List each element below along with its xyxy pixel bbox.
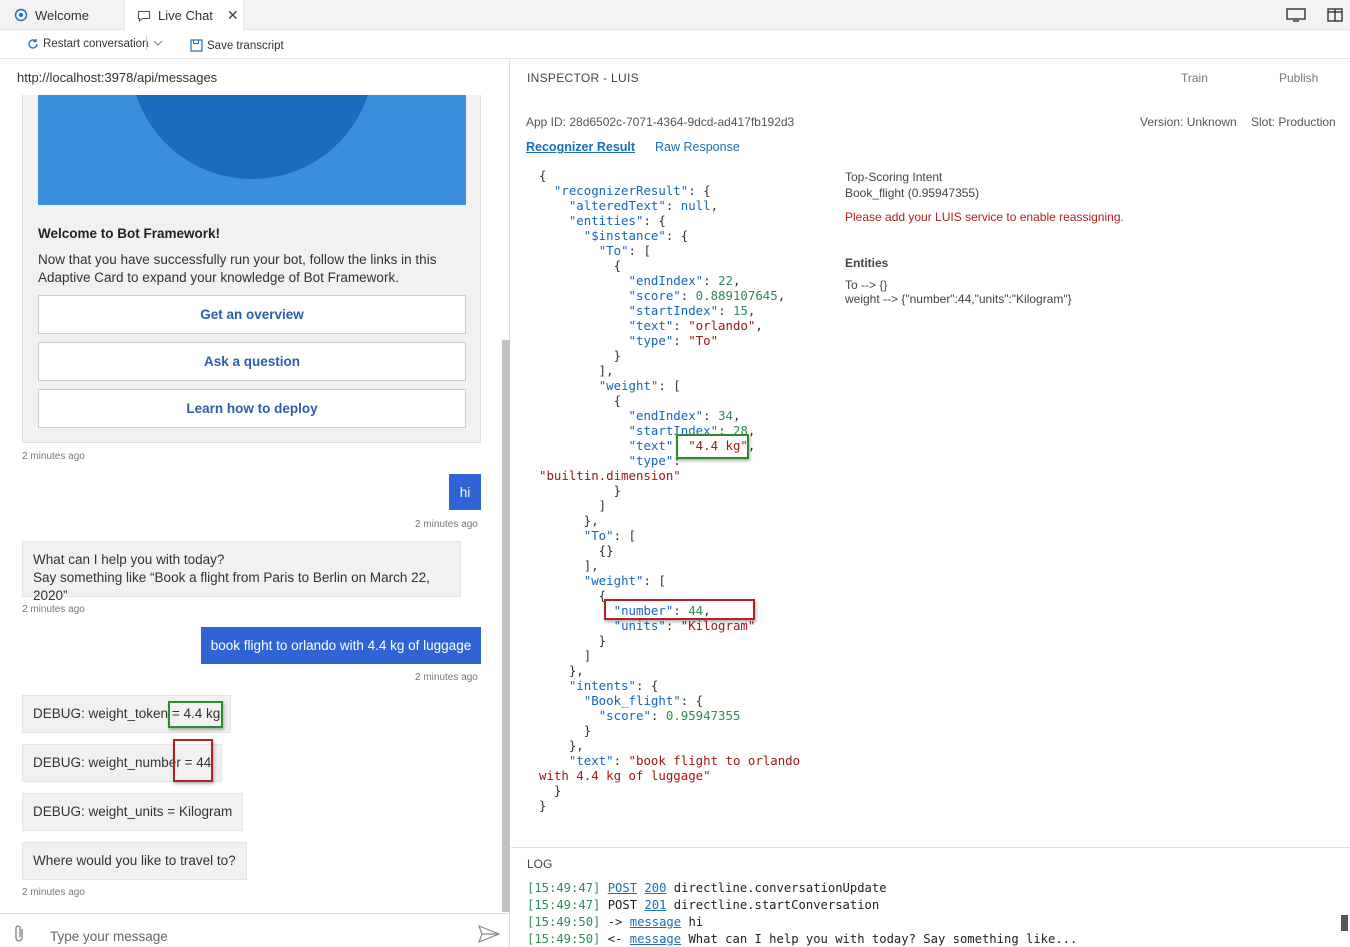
publish-button[interactable]: Publish xyxy=(1279,71,1318,85)
user-message: hi xyxy=(449,474,481,510)
toolbar: Restart conversation Save transcript xyxy=(0,31,1350,59)
log-status-link[interactable]: 201 xyxy=(644,898,666,912)
warning-text: Please add your LUIS service to enable r… xyxy=(845,210,1124,224)
tab-raw-response[interactable]: Raw Response xyxy=(655,140,740,154)
timestamp: 2 minutes ago xyxy=(22,604,85,615)
json-viewer: { "recognizerResult": { "alteredText": n… xyxy=(539,168,801,813)
endpoint-url: http://localhost:3978/api/messages xyxy=(17,70,218,85)
send-icon[interactable] xyxy=(478,925,500,943)
tab-live-chat[interactable]: Live Chat ✕ xyxy=(124,0,244,31)
version: Version: Unknown xyxy=(1140,115,1237,129)
attachment-icon[interactable] xyxy=(13,924,25,944)
restart-icon xyxy=(28,39,38,49)
entity-line: weight --> {"number":44,"units":"Kilogra… xyxy=(845,292,1072,306)
save-icon xyxy=(190,39,203,52)
restart-conversation-button[interactable]: Restart conversation xyxy=(27,38,148,50)
chevron-down-icon xyxy=(153,40,163,46)
tab-recognizer-result[interactable]: Recognizer Result xyxy=(526,140,635,154)
save-transcript-button[interactable]: Save transcript xyxy=(190,39,284,52)
top-intent-label: Top-Scoring Intent xyxy=(845,170,943,184)
restart-label: Restart conversation xyxy=(43,38,149,50)
log-title: LOG xyxy=(527,857,553,871)
highlight-box-green xyxy=(676,434,749,459)
restart-dropdown-button[interactable] xyxy=(146,36,167,50)
card-hero-image xyxy=(38,95,466,205)
learn-deploy-button[interactable]: Learn how to deploy xyxy=(38,389,466,428)
log-panel: LOG [15:49:47] POST 200 directline.conve… xyxy=(511,847,1350,947)
adaptive-card: Welcome to Bot Framework! Now that you h… xyxy=(22,95,481,443)
bot-message: What can I help you with today? Say some… xyxy=(22,541,461,603)
app-id: App ID: 28d6502c-7071-4364-9dcd-ad417fb1… xyxy=(526,115,795,129)
card-title: Welcome to Bot Framework! xyxy=(38,226,221,241)
save-transcript-label: Save transcript xyxy=(207,39,284,52)
entity-line: To --> {} xyxy=(845,278,888,292)
log-message-link[interactable]: message xyxy=(630,915,681,929)
tab-live-chat-label: Live Chat xyxy=(158,8,213,23)
bot-message: DEBUG: weight_units = Kilogram xyxy=(22,793,244,831)
chat-scrollbar[interactable] xyxy=(502,340,510,912)
split-view-icon[interactable] xyxy=(1325,8,1345,22)
bot-message-line: What can I help you with today? xyxy=(33,552,225,567)
log-scrollbar[interactable] xyxy=(1341,915,1348,931)
tab-welcome-label: Welcome xyxy=(35,7,89,23)
chat-panel: http://localhost:3978/api/messages Welco… xyxy=(0,60,510,947)
highlight-box-green xyxy=(168,701,223,728)
chat-icon xyxy=(137,10,151,22)
highlight-box-red xyxy=(604,599,755,620)
highlight-box-red xyxy=(173,739,213,782)
timestamp: 2 minutes ago xyxy=(22,887,85,898)
timestamp: 2 minutes ago xyxy=(415,672,478,683)
timestamp: 2 minutes ago xyxy=(415,519,478,530)
tab-welcome[interactable]: Welcome xyxy=(0,0,124,30)
log-status-link[interactable]: 200 xyxy=(644,881,666,895)
log-message-link[interactable]: message xyxy=(630,932,681,946)
chat-transcript: Welcome to Bot Framework! Now that you h… xyxy=(0,95,510,912)
log-verb-link[interactable]: POST xyxy=(608,881,637,895)
message-input-bar: Type your message xyxy=(0,913,510,947)
card-text: Now that you have successfully run your … xyxy=(38,252,437,285)
entities-heading: Entities xyxy=(845,256,889,270)
tab-bar: Welcome Live Chat ✕ xyxy=(0,0,1350,31)
log-line: [15:49:50] -> message hi xyxy=(527,915,704,929)
log-line: [15:49:47] POST 200 directline.conversat… xyxy=(527,881,887,895)
bot-message-line: Say something like “Book a flight from P… xyxy=(33,570,430,603)
inspector-panel: INSPECTOR - LUIS Train Publish App ID: 2… xyxy=(511,60,1350,847)
log-line: [15:49:50] <- message What can I help yo… xyxy=(527,932,1078,946)
train-button[interactable]: Train xyxy=(1181,71,1208,85)
ask-question-button[interactable]: Ask a question xyxy=(38,342,466,381)
get-overview-button[interactable]: Get an overview xyxy=(38,295,466,334)
top-intent-value: Book_flight (0.95947355) xyxy=(845,186,980,200)
log-line: [15:49:47] POST 201 directline.startConv… xyxy=(527,898,880,912)
timestamp: 2 minutes ago xyxy=(22,451,85,462)
monitor-icon[interactable] xyxy=(1286,8,1306,22)
inspector-title: INSPECTOR - LUIS xyxy=(527,71,639,85)
message-input[interactable]: Type your message xyxy=(50,929,168,944)
user-message: book flight to orlando with 4.4 kg of lu… xyxy=(201,627,481,664)
close-icon[interactable]: ✕ xyxy=(227,7,239,24)
bot-icon xyxy=(14,8,28,22)
bot-message: Where would you like to travel to? xyxy=(22,842,247,880)
slot: Slot: Production xyxy=(1251,115,1336,129)
